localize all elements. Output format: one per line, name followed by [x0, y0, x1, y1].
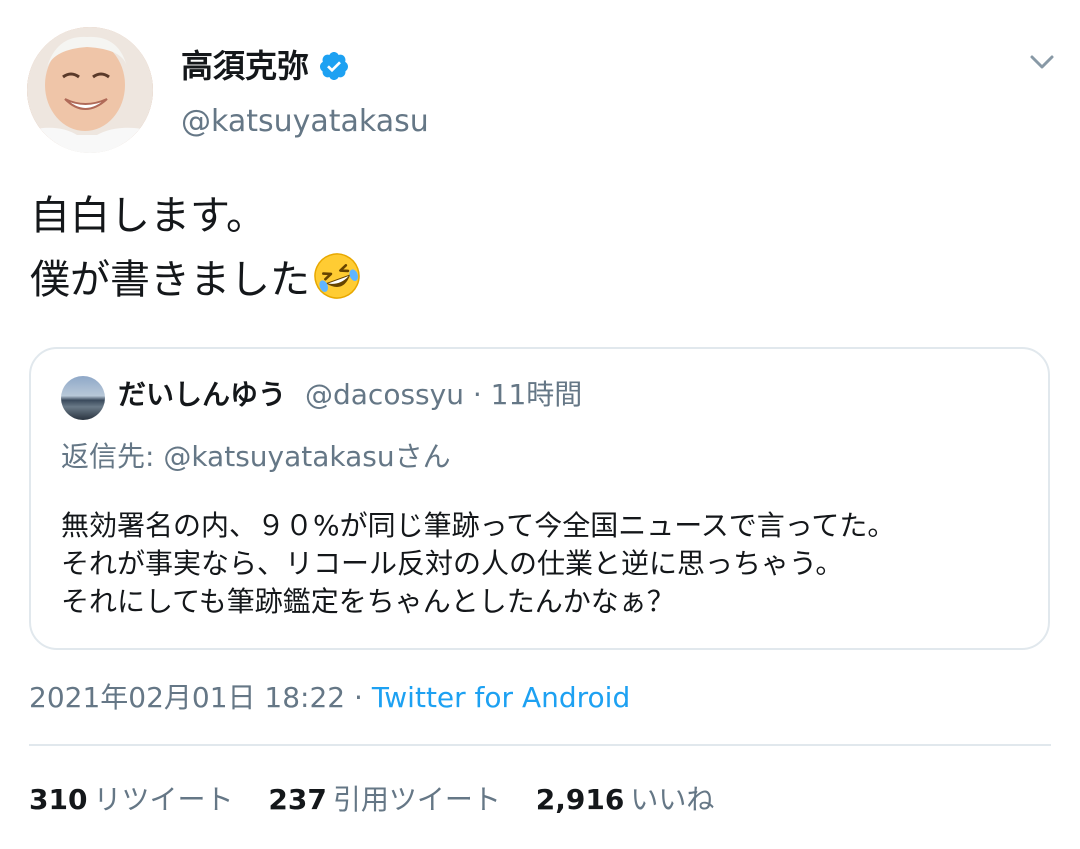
likes-stat[interactable]: 2,916 いいね — [536, 778, 715, 822]
likes-label: いいね — [630, 783, 715, 816]
quoted-text-line: それが事実なら、リコール反対の人の仕業と逆に思っちゃう。 — [61, 547, 844, 580]
rolling-on-the-floor-laughing-emoji-icon — [314, 253, 360, 299]
quoted-tweet-text: 無効署名の内、９０%が同じ筆跡って今全国ニュースで言ってた。 それが事実なら、リ… — [61, 507, 1021, 621]
quoted-reply-to: 返信先: @katsuyatakasuさん — [61, 440, 451, 473]
divider — [29, 744, 1051, 746]
author-username[interactable]: @katsuyatakasu — [181, 100, 429, 144]
tweet-text-line: 自白します。 — [30, 193, 266, 239]
tweet-text-line-content: 僕が書きました — [30, 257, 310, 303]
likes-count: 2,916 — [535, 783, 625, 816]
tweet-text: 自白します。 僕が書きました — [30, 184, 1030, 312]
author-avatar[interactable] — [27, 27, 153, 153]
timestamp-date: 2021年02月01日 18:22 · — [29, 681, 372, 714]
tweet-text-line: 僕が書きました — [30, 248, 1030, 312]
retweets-label: リツイート — [93, 783, 234, 816]
quoted-tweet[interactable]: だいしんゆう @dacossyu · 11時間 返信先: @katsuyatak… — [29, 347, 1050, 650]
tweet-stats: 310 リツイート 237 引用ツイート 2,916 いいね — [29, 778, 740, 822]
quotes-stat[interactable]: 237 引用ツイート — [268, 778, 500, 822]
chevron-down-icon[interactable] — [1024, 48, 1060, 76]
verified-badge-icon — [319, 52, 348, 80]
quoted-text-line: 無効署名の内、９０%が同じ筆跡って今全国ニュースで言ってた。 — [61, 509, 896, 542]
tweet-source-link[interactable]: Twitter for Android — [372, 681, 630, 714]
author-display-name[interactable]: 高須克弥 — [181, 42, 309, 90]
quoted-author-avatar[interactable] — [61, 376, 105, 420]
quoted-author-meta: @dacossyu · 11時間 — [305, 378, 583, 411]
tweet: 高須克弥 @katsuyatakasu 自白します。 僕が書きました だいしんゆ — [0, 0, 1080, 849]
quotes-count: 237 — [268, 783, 327, 816]
quoted-text-line: それにしても筆跡鑑定をちゃんとしたんかなぁ？ — [61, 585, 675, 618]
quoted-author-display-name: だいしんゆう — [118, 378, 287, 411]
tweet-timestamp: 2021年02月01日 18:22 · Twitter for Android — [29, 676, 630, 720]
quotes-label: 引用ツイート — [332, 783, 501, 816]
retweets-count: 310 — [29, 783, 88, 816]
retweets-stat[interactable]: 310 リツイート — [29, 778, 233, 822]
